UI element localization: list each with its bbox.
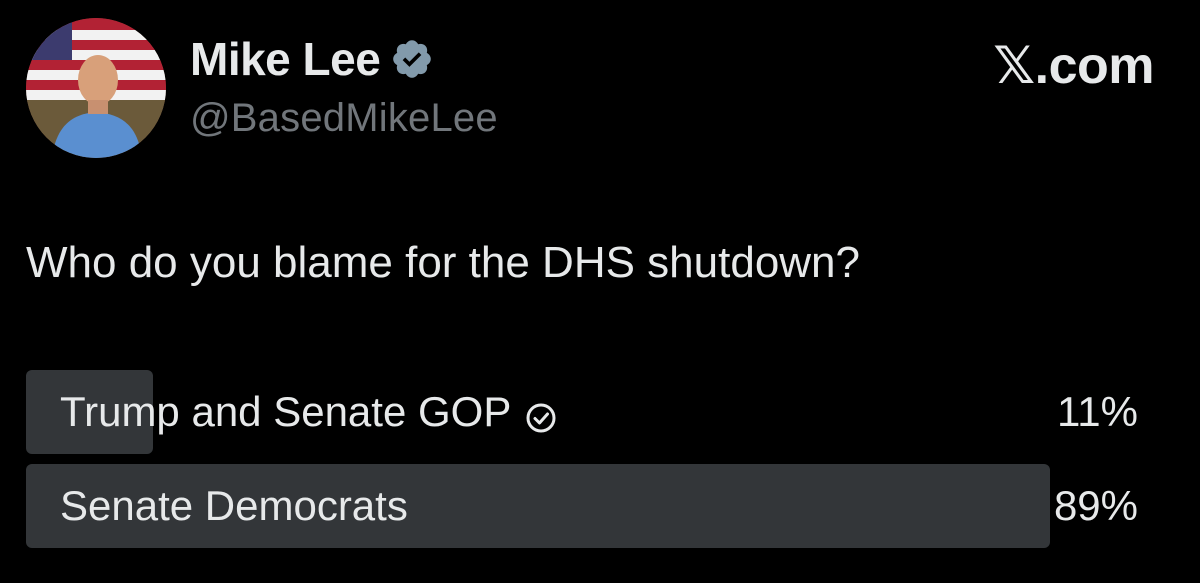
post-header: Mike Lee @BasedMikeLee 𝕏.com xyxy=(26,14,1176,160)
author-block: Mike Lee @BasedMikeLee xyxy=(190,28,498,141)
display-name[interactable]: Mike Lee xyxy=(190,32,381,86)
poll-option-1[interactable]: Trump and Senate GOP 11% xyxy=(26,370,1150,454)
display-name-row: Mike Lee xyxy=(190,28,498,90)
poll-question: Who do you blame for the DHS shutdown? xyxy=(26,238,861,287)
avatar-image xyxy=(26,18,166,158)
poll-option-2-percent: 89% xyxy=(1053,482,1138,529)
verified-badge-icon xyxy=(390,37,434,81)
x-com-logo: 𝕏.com xyxy=(993,37,1154,95)
poll-option-2-label-row: Senate Democrats xyxy=(60,464,408,548)
poll-option-1-label: Trump and Senate GOP xyxy=(60,388,512,435)
poll-option-2-label: Senate Democrats xyxy=(60,482,408,529)
selected-check-icon xyxy=(525,396,557,433)
poll-option-2[interactable]: Senate Democrats 89% xyxy=(26,464,1150,548)
poll-option-1-percent: 11% xyxy=(1057,388,1138,435)
poll-option-1-label-row: Trump and Senate GOP xyxy=(60,370,557,454)
author-handle[interactable]: @BasedMikeLee xyxy=(190,96,498,141)
poll: Trump and Senate GOP 11% Senate Democrat… xyxy=(26,370,1150,558)
avatar[interactable] xyxy=(26,18,166,158)
